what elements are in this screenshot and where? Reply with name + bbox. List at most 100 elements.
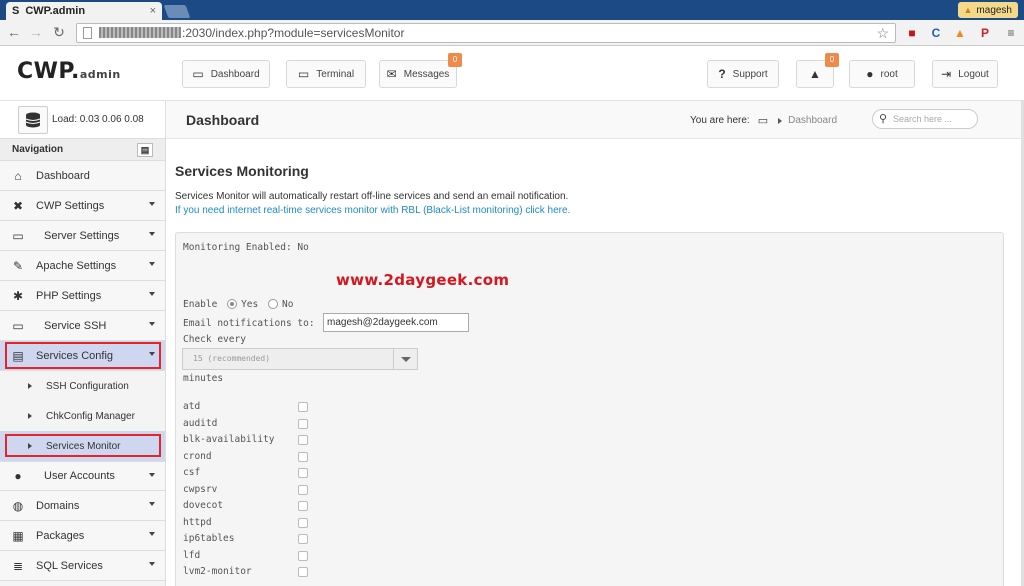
feather-icon: ✎	[12, 258, 24, 273]
caret-down-icon	[149, 322, 155, 326]
service-checkbox[interactable]	[298, 534, 308, 544]
caret-down-icon	[149, 562, 155, 566]
sidebar-item-user-accounts[interactable]: ● User Accounts	[0, 461, 165, 491]
dashboard-button[interactable]: ▭ Dashboard	[182, 60, 270, 88]
service-checkbox[interactable]	[298, 501, 308, 511]
monitor-icon: ▭	[12, 318, 24, 333]
sidebar-item-dashboard[interactable]: ⌂ Dashboard	[0, 161, 165, 191]
sidebar-item-packages[interactable]: ▦ Packages	[0, 521, 165, 551]
browser-user-badge[interactable]: ▲ magesh	[957, 2, 1018, 18]
cwp-logo[interactable]: CWP.admin	[17, 59, 121, 84]
search-placeholder: Search here ...	[893, 114, 953, 124]
train-extension-icon[interactable]: ■	[904, 25, 920, 41]
sidebar-item-sql-services[interactable]: ≣ SQL Services	[0, 551, 165, 581]
service-row: cwpsrv	[183, 482, 308, 498]
support-button-label: Support	[732, 68, 768, 80]
check-interval-value: 15 (recommended)	[193, 354, 271, 363]
page-icon	[83, 27, 92, 39]
sidebar-item-label: PHP Settings	[36, 289, 102, 302]
database-icon: ≣	[12, 558, 24, 573]
caret-down-icon	[149, 292, 155, 296]
service-checkbox[interactable]	[298, 418, 308, 429]
caret-right-icon	[778, 117, 783, 124]
highlight-box-services-monitor	[5, 434, 161, 457]
user-menu-label: root	[880, 68, 898, 80]
enable-no-radio[interactable]	[267, 299, 278, 309]
envelope-icon: ✉	[386, 67, 397, 81]
caret-down-icon	[149, 262, 155, 266]
enable-yes-label: Yes	[241, 299, 259, 310]
service-checkbox[interactable]	[298, 567, 308, 577]
sidebar-item-label: Packages	[36, 529, 85, 542]
notifications-count-badge: 0	[825, 53, 839, 67]
enable-label: Enable	[183, 299, 218, 310]
tab-close-icon[interactable]: ×	[150, 5, 156, 17]
sidebar-item-domains[interactable]: ◍ Domains	[0, 491, 165, 521]
address-bar[interactable]: :2030/index.php?module=servicesMonitor ☆	[76, 23, 896, 43]
email-label: Email notifications to:	[183, 318, 315, 329]
sidebar-item-cwp-settings[interactable]: ✖ CWP Settings	[0, 191, 165, 221]
service-checkbox[interactable]	[298, 484, 308, 495]
enable-row: Enable Yes No	[183, 299, 293, 310]
messages-button[interactable]: ✉ Messages 0	[379, 53, 462, 88]
back-icon[interactable]: ←	[6, 24, 22, 40]
menu-icon[interactable]: ≡	[1003, 25, 1019, 41]
forward-icon[interactable]: →	[28, 24, 44, 40]
bookmark-star-icon[interactable]: ☆	[876, 24, 889, 42]
breadcrumb-current[interactable]: Dashboard	[788, 115, 837, 126]
sidebar-item-service-ssh[interactable]: ▭ Service SSH	[0, 311, 165, 341]
caret-down-icon	[149, 532, 155, 536]
chart-extension-icon[interactable]: ▲	[952, 25, 968, 41]
sidebar-item-apache-settings[interactable]: ✎ Apache Settings	[0, 251, 165, 281]
logo-sub: admin	[79, 68, 121, 81]
service-row: lfd	[183, 548, 308, 564]
service-checkbox[interactable]	[298, 402, 308, 412]
search-icon: ⚲	[879, 113, 888, 125]
sidebar-item-label: Domains	[36, 499, 80, 512]
search-input[interactable]: ⚲ Search here ...	[872, 109, 978, 129]
caret-down-icon	[149, 232, 155, 236]
notifications-button[interactable]: ▲ 0	[796, 53, 839, 88]
service-name: blk-availability	[183, 434, 275, 445]
main-content: Dashboard You are here: ▭ Dashboard ⚲ Se…	[166, 101, 1024, 586]
logout-icon: ⇥	[941, 67, 952, 81]
service-row: httpd	[183, 515, 308, 531]
reload-icon[interactable]: ↻	[51, 24, 67, 40]
browser-tab[interactable]: S CWP.admin ×	[6, 2, 162, 20]
warning-icon: ▲	[963, 5, 973, 15]
c-extension-icon[interactable]: C	[928, 25, 944, 41]
user-menu-button[interactable]: ● root	[849, 60, 915, 88]
email-field[interactable]: magesh@2daygeek.com	[323, 313, 469, 332]
terminal-button[interactable]: ▭ Terminal	[286, 60, 366, 88]
pinterest-icon[interactable]: P	[977, 25, 993, 41]
sidebar-subitem-ssh-configuration[interactable]: SSH Configuration	[0, 371, 165, 401]
sidebar-subitem-chkconfig-manager[interactable]: ChkConfig Manager	[0, 401, 165, 431]
service-checkbox[interactable]	[298, 451, 308, 462]
enable-no-label: No	[281, 299, 294, 310]
service-row: ip6tables	[183, 531, 308, 547]
service-row: dovecot	[183, 498, 308, 514]
sidebar-toggle-icon[interactable]: ▤	[137, 142, 153, 157]
sidebar-item-server-settings[interactable]: ▭ Server Settings	[0, 221, 165, 251]
service-name: auditd	[183, 417, 218, 429]
terminal-button-label: Terminal	[316, 68, 355, 80]
logout-button[interactable]: ⇥ Logout	[932, 60, 998, 88]
service-checkbox[interactable]	[298, 435, 308, 445]
bell-icon: ▲	[809, 67, 821, 81]
highlight-box-services-config	[5, 342, 161, 369]
new-tab-button[interactable]	[163, 5, 191, 18]
navigation-heading-label: Navigation	[12, 144, 64, 155]
caret-down-icon	[149, 202, 155, 206]
check-interval-select[interactable]: 15 (recommended)	[182, 348, 418, 370]
browser-user-name: magesh	[976, 4, 1012, 16]
breadcrumb-prefix: You are here:	[690, 115, 750, 126]
enable-yes-radio[interactable]	[227, 299, 238, 309]
service-checkbox[interactable]	[298, 550, 308, 561]
service-checkbox[interactable]	[298, 517, 308, 528]
service-checkbox[interactable]	[298, 468, 308, 478]
support-button[interactable]: ? Support	[707, 60, 779, 88]
chevron-down-icon	[393, 349, 417, 369]
rbl-monitor-link[interactable]: If you need internet real-time services …	[175, 205, 570, 216]
favicon-icon: S	[12, 5, 20, 17]
sidebar-item-php-settings[interactable]: ✱ PHP Settings	[0, 281, 165, 311]
